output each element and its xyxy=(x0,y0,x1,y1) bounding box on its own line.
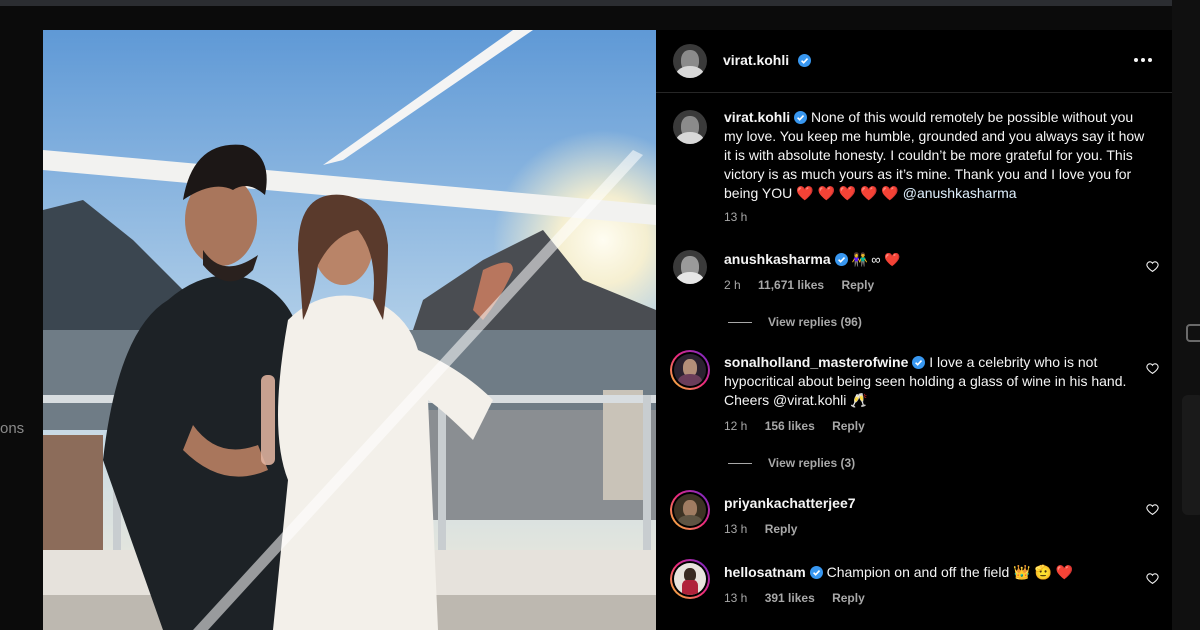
verified-icon xyxy=(834,253,848,266)
author-name-row: virat.kohli xyxy=(723,52,811,70)
comment-time: 13 h xyxy=(724,522,748,536)
background-right-gutter xyxy=(1172,0,1200,630)
comments-panel: virat.kohli virat.kohli None of this wou… xyxy=(656,30,1172,630)
comment-item: sonalholland_masterofwine I love a celeb… xyxy=(724,353,1134,410)
comment-time: 12 h xyxy=(724,419,748,433)
like-heart-icon[interactable] xyxy=(1146,572,1159,585)
comment-text: 👫 ∞ ❤️ xyxy=(851,252,901,267)
comment-item: priyankachatterjee7 xyxy=(724,494,1134,513)
caption-author-avatar[interactable] xyxy=(673,110,707,144)
verified-icon xyxy=(797,54,811,67)
background-text: ons xyxy=(0,420,25,437)
like-heart-icon[interactable] xyxy=(1146,362,1159,375)
comment-username[interactable]: priyankachatterjee7 xyxy=(724,495,856,511)
photo-illustration xyxy=(43,30,656,630)
post-photo xyxy=(43,30,656,630)
browser-top-strip xyxy=(0,0,1200,6)
author-avatar[interactable] xyxy=(673,44,707,78)
commenter-avatar[interactable] xyxy=(673,250,707,284)
more-options-icon[interactable] xyxy=(1132,52,1156,68)
background-camera-icon xyxy=(1186,324,1200,342)
comment-meta: 12 h 156 likes Reply xyxy=(724,419,865,433)
view-replies-button[interactable]: View replies (3) xyxy=(728,456,855,470)
post-header: virat.kohli xyxy=(656,30,1172,93)
verified-icon xyxy=(912,356,926,369)
comment-meta: 13 h 391 likes Reply xyxy=(724,591,865,605)
story-ring-avatar[interactable] xyxy=(670,350,710,390)
background-panel xyxy=(1182,395,1200,515)
story-ring-avatar[interactable] xyxy=(670,559,710,599)
caption-username[interactable]: virat.kohli xyxy=(724,109,790,125)
comment-item: hellosatnam Champion on and off the fiel… xyxy=(724,563,1134,582)
comment-time: 13 h xyxy=(724,591,748,605)
author-username[interactable]: virat.kohli xyxy=(723,52,789,68)
replies-divider xyxy=(728,322,752,324)
comment-meta: 2 h 11,671 likes Reply xyxy=(724,278,874,292)
comment-username[interactable]: hellosatnam xyxy=(724,564,806,580)
comment-likes[interactable]: 156 likes xyxy=(765,419,815,433)
story-ring-avatar[interactable] xyxy=(670,490,710,530)
caption-hearts: ❤️ ❤️ ❤️ ❤️ ❤️ xyxy=(796,185,899,201)
comment-likes[interactable]: 11,671 likes xyxy=(758,278,824,292)
reply-button[interactable]: Reply xyxy=(765,522,798,536)
comment-username[interactable]: anushkasharma xyxy=(724,251,831,267)
comment-meta: 13 h Reply xyxy=(724,522,797,536)
replies-divider xyxy=(728,463,752,465)
view-replies-label: View replies (96) xyxy=(768,315,862,329)
post-caption: virat.kohli None of this would remotely … xyxy=(724,108,1154,203)
view-replies-label: View replies (3) xyxy=(768,456,856,470)
reply-button[interactable]: Reply xyxy=(832,419,865,433)
like-heart-icon[interactable] xyxy=(1146,503,1159,516)
reply-button[interactable]: Reply xyxy=(832,591,865,605)
reply-button[interactable]: Reply xyxy=(841,278,874,292)
comment-likes[interactable]: 391 likes xyxy=(765,591,815,605)
caption-mention-link[interactable]: @anushkasharma xyxy=(903,185,1017,201)
comment-item: anushkasharma 👫 ∞ ❤️ xyxy=(724,250,1134,269)
view-replies-button[interactable]: View replies (96) xyxy=(728,315,862,329)
caption-time: 13 h xyxy=(724,210,748,224)
comment-username[interactable]: sonalholland_masterofwine xyxy=(724,354,908,370)
comment-time: 2 h xyxy=(724,278,741,292)
comment-text: Champion on and off the field 👑 🫡 ❤️ xyxy=(826,564,1074,580)
verified-icon xyxy=(809,566,823,579)
verified-icon xyxy=(794,111,808,124)
like-heart-icon[interactable] xyxy=(1146,260,1159,273)
